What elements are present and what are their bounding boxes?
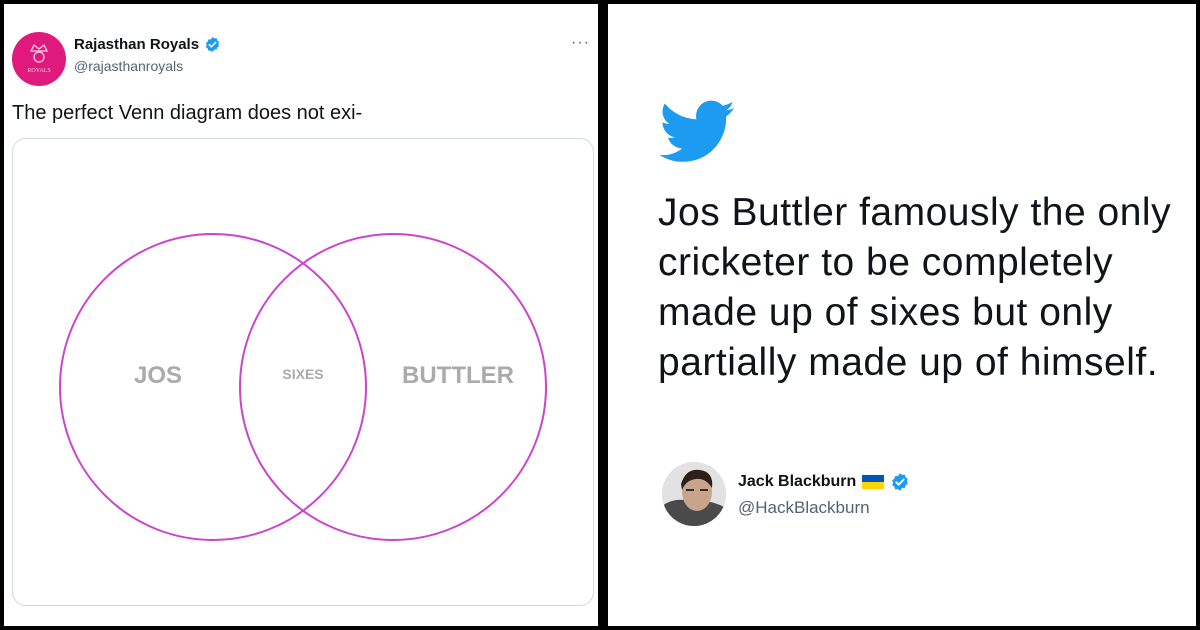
ukraine-flag-icon <box>862 475 885 489</box>
venn-label-center: SIXES <box>282 366 323 382</box>
author-handle[interactable]: @HackBlackburn <box>738 498 870 518</box>
venn-diagram: JOS SIXES BUTTLER <box>59 233 547 541</box>
rajasthan-royals-avatar[interactable]: ROYALS <box>12 32 66 86</box>
tweet-media-card[interactable]: JOS SIXES BUTTLER <box>12 138 594 606</box>
quote-text: Jos Buttler famously the only cricketer … <box>658 191 1172 384</box>
svg-text:ROYALS: ROYALS <box>27 68 50 74</box>
author-name[interactable]: Jack Blackburn <box>738 473 856 491</box>
jack-blackburn-avatar[interactable] <box>662 462 726 526</box>
profile-photo <box>662 462 726 526</box>
verified-badge-icon <box>892 473 909 491</box>
tweet-text: The perfect Venn diagram does not exi- <box>12 102 363 124</box>
twitter-bird-icon <box>660 100 735 162</box>
venn-label-left: JOS <box>134 362 182 389</box>
venn-circle-left <box>59 233 367 541</box>
author-handle[interactable]: @rajasthanroyals <box>74 58 183 74</box>
more-options-icon[interactable]: ··· <box>571 34 590 52</box>
right-tweet-panel: Jos Buttler famously the only cricketer … <box>608 4 1196 626</box>
verified-badge-icon <box>205 37 220 52</box>
author-row: Rajasthan Royals <box>74 36 221 53</box>
venn-label-right: BUTTLER <box>402 362 514 389</box>
author-row: Jack Blackburn <box>738 472 910 492</box>
royals-crest-icon: ROYALS <box>27 43 51 74</box>
left-tweet-panel: ROYALS Rajasthan Royals @rajasthanroyals… <box>4 4 598 626</box>
author-name[interactable]: Rajasthan Royals <box>74 36 199 53</box>
